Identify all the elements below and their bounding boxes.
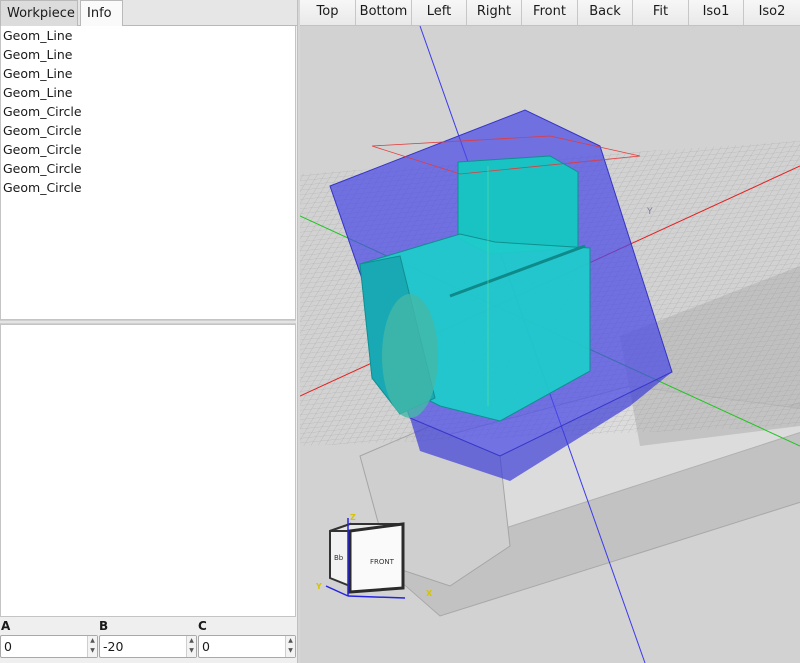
field-b-stepper[interactable]: ▲ ▼ (186, 636, 196, 657)
view-bottom-button[interactable]: Bottom (356, 0, 412, 25)
down-arrow-icon[interactable]: ▼ (187, 646, 196, 656)
axis-x-label: X (426, 589, 433, 598)
field-c-label: C (198, 619, 207, 633)
part-bore (382, 294, 438, 418)
list-item[interactable]: Geom_Line (1, 83, 295, 102)
view-toolbar: Top Bottom Left Right Front Back Fit Iso… (300, 0, 800, 26)
view-back-button[interactable]: Back (578, 0, 633, 25)
down-arrow-icon[interactable]: ▼ (88, 646, 97, 656)
list-item[interactable]: Geom_Circle (1, 159, 295, 178)
view-right-button[interactable]: Right (467, 0, 522, 25)
view-cube-side-label: Bb (334, 554, 344, 562)
rotation-fields: A B C 0 ▲ ▼ -20 ▲ ▼ 0 ▲ ▼ (0, 617, 297, 663)
app-window: Workpiece Info Geom_Line Geom_Line Geom_… (0, 0, 800, 663)
up-arrow-icon[interactable]: ▲ (286, 636, 295, 646)
tab-info[interactable]: Info (80, 0, 123, 27)
list-item[interactable]: Geom_Circle (1, 178, 295, 197)
list-item[interactable]: Geom_Circle (1, 121, 295, 140)
up-arrow-icon[interactable]: ▲ (88, 636, 97, 646)
list-item[interactable]: Geom_Line (1, 45, 295, 64)
tab-workpiece[interactable]: Workpiece (0, 0, 78, 26)
list-item[interactable]: Geom_Circle (1, 140, 295, 159)
view-left-button[interactable]: Left (412, 0, 467, 25)
down-arrow-icon[interactable]: ▼ (286, 646, 295, 656)
field-c-spinbox[interactable]: 0 ▲ ▼ (198, 635, 296, 658)
view-front-button[interactable]: Front (522, 0, 578, 25)
field-b-label: B (99, 619, 109, 633)
field-a-value[interactable]: 0 (4, 636, 12, 657)
list-item[interactable]: Geom_Line (1, 64, 295, 83)
field-c-value[interactable]: 0 (202, 636, 210, 657)
left-panel: Workpiece Info Geom_Line Geom_Line Geom_… (0, 0, 297, 663)
up-arrow-icon[interactable]: ▲ (187, 636, 196, 646)
field-b-spinbox[interactable]: -20 ▲ ▼ (99, 635, 197, 658)
view-iso1-button[interactable]: Iso1 (689, 0, 744, 25)
field-a-label: A (1, 619, 11, 633)
view-top-button[interactable]: Top (300, 0, 356, 25)
field-a-spinbox[interactable]: 0 ▲ ▼ (0, 635, 98, 658)
info-detail-pane (0, 324, 296, 617)
list-item[interactable]: Geom_Circle (1, 102, 295, 121)
field-c-stepper[interactable]: ▲ ▼ (285, 636, 295, 657)
viewport-axis-marker: Y (646, 207, 653, 217)
geometry-list[interactable]: Geom_Line Geom_Line Geom_Line Geom_Line … (0, 26, 296, 320)
view-cube-front-label: FRONT (370, 558, 395, 566)
field-b-value[interactable]: -20 (103, 636, 123, 657)
view-iso2-button[interactable]: Iso2 (744, 0, 800, 25)
scene-render[interactable]: Y FRONT Bb Z X Y (300, 26, 800, 663)
fit-view-button[interactable]: Fit (633, 0, 689, 25)
field-a-stepper[interactable]: ▲ ▼ (87, 636, 97, 657)
axis-y-label: Y (315, 582, 322, 591)
tab-bar: Workpiece Info (0, 0, 297, 27)
axis-z-label: Z (350, 513, 356, 522)
list-item[interactable]: Geom_Line (1, 26, 295, 45)
3d-viewport[interactable]: Y FRONT Bb Z X Y (300, 26, 800, 663)
